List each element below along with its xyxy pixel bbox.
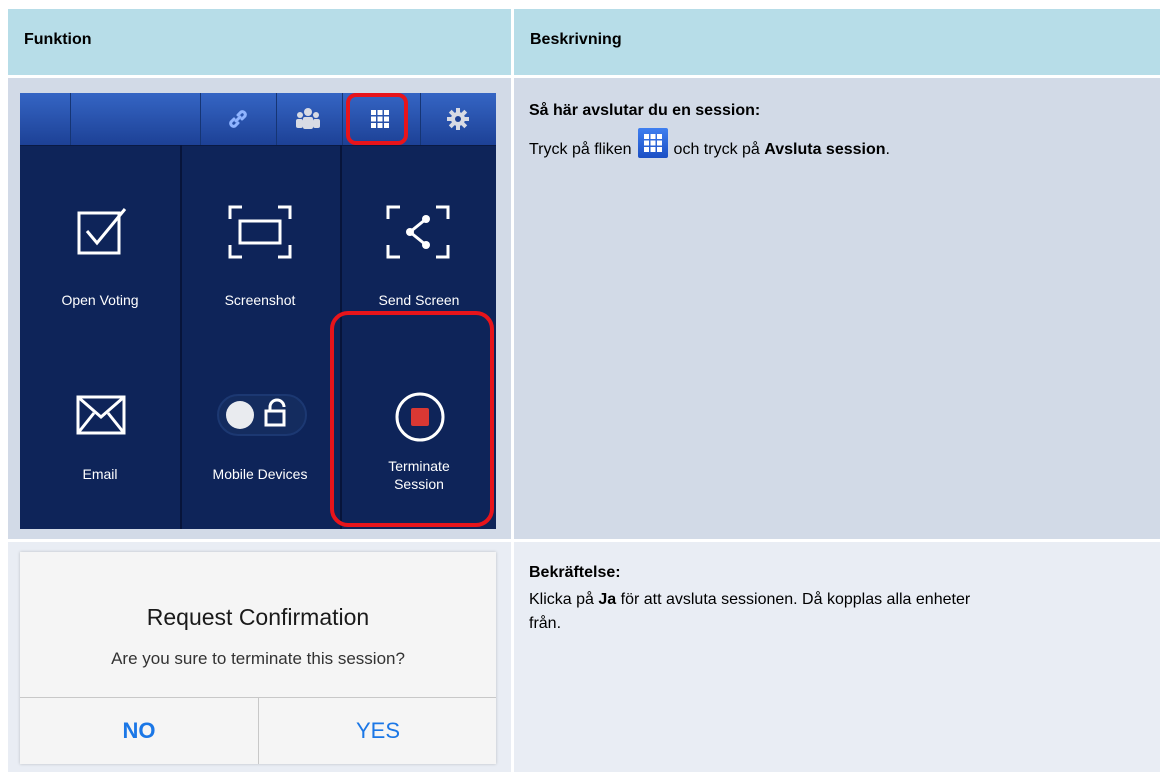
share-icon[interactable] bbox=[386, 205, 450, 264]
row2-text-line2: från. bbox=[529, 615, 562, 632]
header-cell-description: Beskrivning bbox=[514, 9, 1160, 75]
header-function-label: Funktion bbox=[24, 31, 92, 48]
gear-icon[interactable] bbox=[438, 101, 478, 137]
menu-toolbar bbox=[20, 93, 496, 146]
yes-button[interactable]: YES bbox=[259, 697, 497, 764]
envelope-icon[interactable] bbox=[76, 395, 126, 440]
row2-function-cell: Request Confirmation Are you sure to ter… bbox=[8, 542, 511, 772]
screenshot-icon[interactable] bbox=[228, 205, 292, 264]
row1-text-bold: Avsluta session bbox=[764, 141, 886, 158]
tile-label-email[interactable]: Email bbox=[20, 465, 180, 483]
dialog-message: Are you sure to terminate this session? bbox=[111, 649, 405, 668]
no-button[interactable]: NO bbox=[20, 697, 258, 764]
row2-text-after: för att avsluta sessionen. Då kopplas al… bbox=[620, 591, 971, 608]
header-description-label: Beskrivning bbox=[530, 31, 622, 48]
terminate-highlight bbox=[330, 311, 494, 527]
row1-instruction: Tryck på fliken och tryck på Avsluta sess… bbox=[529, 128, 890, 167]
row1-text-before: Tryck på fliken bbox=[529, 141, 632, 158]
checkbox-icon[interactable] bbox=[75, 203, 129, 262]
row1-text-end: . bbox=[885, 141, 890, 158]
inline-grid-icon bbox=[637, 128, 668, 158]
row1-function-cell: Open Voting Screenshot Send Screen Email… bbox=[8, 78, 511, 539]
row1-heading: Så här avslutar du en session: bbox=[529, 102, 761, 119]
people-icon[interactable] bbox=[288, 101, 328, 137]
tile-label-screenshot[interactable]: Screenshot bbox=[180, 291, 340, 309]
row2-body: Klicka på Ja för att avsluta sessionen. … bbox=[529, 588, 1159, 636]
toggle-lock-icon[interactable] bbox=[216, 393, 308, 442]
row2-heading: Bekräftelse: bbox=[529, 564, 621, 581]
row1-text-middle: och tryck på bbox=[673, 141, 760, 158]
link-icon[interactable] bbox=[218, 101, 258, 137]
row1-description-cell: Så här avslutar du en session: Tryck på … bbox=[514, 78, 1160, 539]
row2-description-cell: Bekräftelse: Klicka på Ja för att avslut… bbox=[514, 542, 1160, 772]
dialog-title: Request Confirmation bbox=[146, 604, 370, 630]
row2-text-bold: Ja bbox=[598, 591, 617, 608]
tile-label-send-screen[interactable]: Send Screen bbox=[342, 291, 496, 309]
header-cell-function: Funktion bbox=[8, 9, 511, 75]
confirmation-dialog: Request Confirmation Are you sure to ter… bbox=[20, 552, 496, 764]
grid-tab-highlight bbox=[346, 93, 408, 145]
tile-label-mobile-devices[interactable]: Mobile Devices bbox=[180, 465, 340, 483]
row2-text-before: Klicka på bbox=[529, 591, 594, 608]
app-menu-screenshot: Open Voting Screenshot Send Screen Email… bbox=[20, 93, 496, 529]
tile-label-open-voting[interactable]: Open Voting bbox=[20, 291, 180, 309]
